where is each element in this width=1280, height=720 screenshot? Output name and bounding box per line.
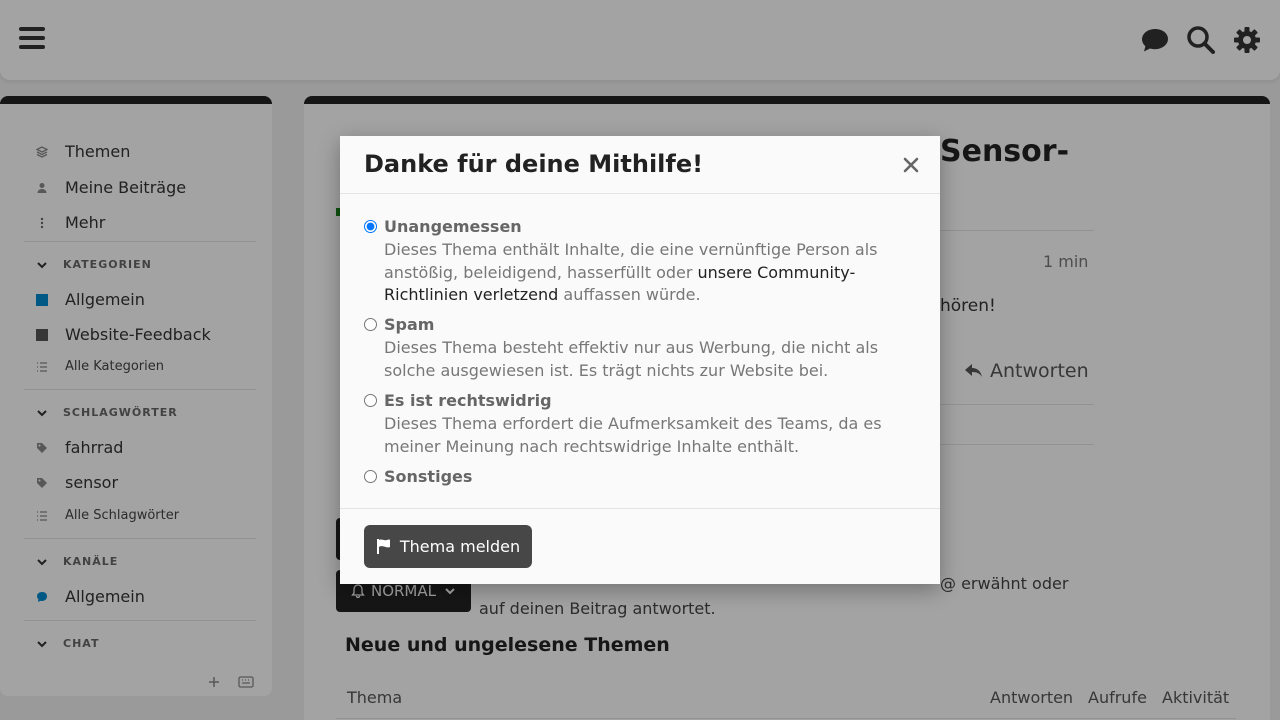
option-description: Dieses Thema enthält Inhalte, die eine v… xyxy=(384,240,878,304)
flag-modal: Danke für deine Mithilfe! Unangemessen D… xyxy=(340,136,940,584)
divider xyxy=(340,508,940,509)
report-topic-button[interactable]: Thema melden xyxy=(364,525,532,568)
flag-icon xyxy=(376,539,390,554)
option-description: Dieses Thema besteht effektiv nur aus We… xyxy=(384,338,879,380)
divider xyxy=(340,193,940,194)
flag-radio-spam[interactable] xyxy=(364,318,377,331)
modal-title: Danke für deine Mithilfe! xyxy=(364,150,704,178)
flag-radio-rechtswidrig[interactable] xyxy=(364,394,377,407)
option-description: Dieses Thema erfordert die Aufmerksamkei… xyxy=(384,414,882,456)
close-icon[interactable] xyxy=(902,156,920,174)
flag-radio-unangemessen[interactable] xyxy=(364,220,377,233)
flag-radio-sonstiges[interactable] xyxy=(364,470,377,483)
